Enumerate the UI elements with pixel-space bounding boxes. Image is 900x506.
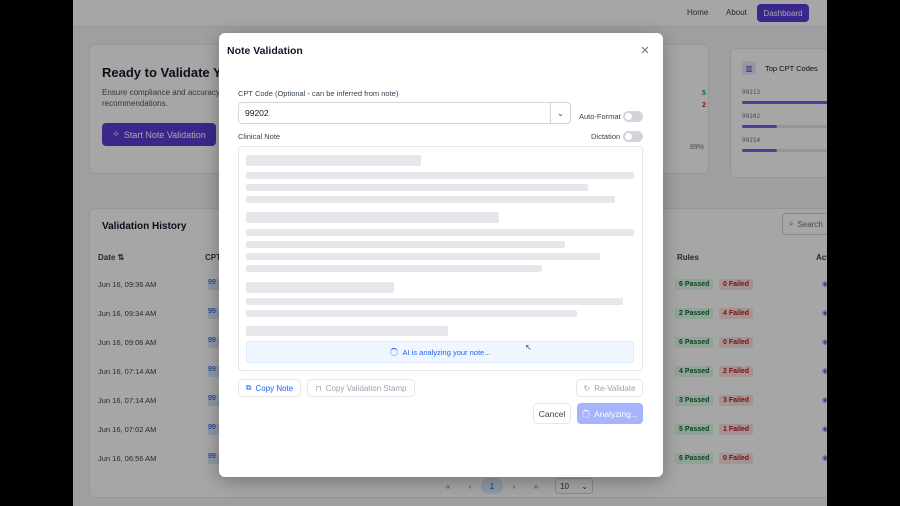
- skeleton-line: [246, 241, 565, 248]
- skeleton-line: [246, 196, 615, 203]
- skeleton-line: [246, 326, 448, 336]
- mouse-cursor-icon: ↖: [525, 343, 532, 352]
- bookmark-icon: ⊓: [315, 383, 322, 393]
- copy-validation-stamp-button[interactable]: ⊓ Copy Validation Stamp: [307, 379, 415, 397]
- skeleton-line: [246, 253, 600, 260]
- skeleton-line: [246, 265, 542, 272]
- skeleton-line: [246, 184, 588, 191]
- skeleton-line: [246, 155, 421, 166]
- dictation-label: Dictation: [591, 132, 621, 141]
- modal-title: Note Validation: [227, 45, 303, 57]
- analyzing-text: AI is analyzing your note...: [402, 347, 491, 357]
- clinical-note-label: Clinical Note: [238, 132, 281, 141]
- auto-format-toggle[interactable]: [623, 111, 643, 122]
- dictation-toggle[interactable]: [623, 131, 643, 142]
- skeleton-line: [246, 172, 634, 179]
- skeleton-line: [246, 229, 634, 236]
- cpt-code-label: CPT Code (Optional - can be inferred fro…: [238, 89, 399, 98]
- copy-note-button[interactable]: ⧉ Copy Note: [238, 379, 301, 397]
- spinner-icon: [389, 348, 398, 356]
- clinical-note-textarea[interactable]: AI is analyzing your note...: [238, 146, 643, 371]
- cpt-code-select[interactable]: 99202 ⌄: [238, 102, 571, 124]
- skeleton-line: [246, 310, 577, 317]
- skeleton-line: [246, 212, 499, 223]
- chevron-down-icon[interactable]: ⌄: [550, 103, 570, 123]
- skeleton-line: [246, 282, 394, 293]
- skeleton-line: [246, 298, 623, 305]
- auto-format-label: Auto-Format: [579, 112, 621, 121]
- refresh-icon: ↻: [583, 383, 591, 393]
- copy-icon: ⧉: [245, 383, 252, 392]
- analyzing-button[interactable]: Analyzing...: [577, 403, 643, 424]
- note-validation-modal: Note Validation ✕ CPT Code (Optional - c…: [219, 33, 663, 477]
- spinner-icon: [582, 409, 591, 418]
- cancel-button[interactable]: Cancel: [533, 403, 571, 424]
- close-icon[interactable]: ✕: [638, 43, 652, 57]
- revalidate-button[interactable]: ↻ Re-Validate: [576, 379, 643, 397]
- analyzing-status: AI is analyzing your note...: [246, 341, 634, 363]
- cpt-code-value: 99202: [245, 108, 269, 118]
